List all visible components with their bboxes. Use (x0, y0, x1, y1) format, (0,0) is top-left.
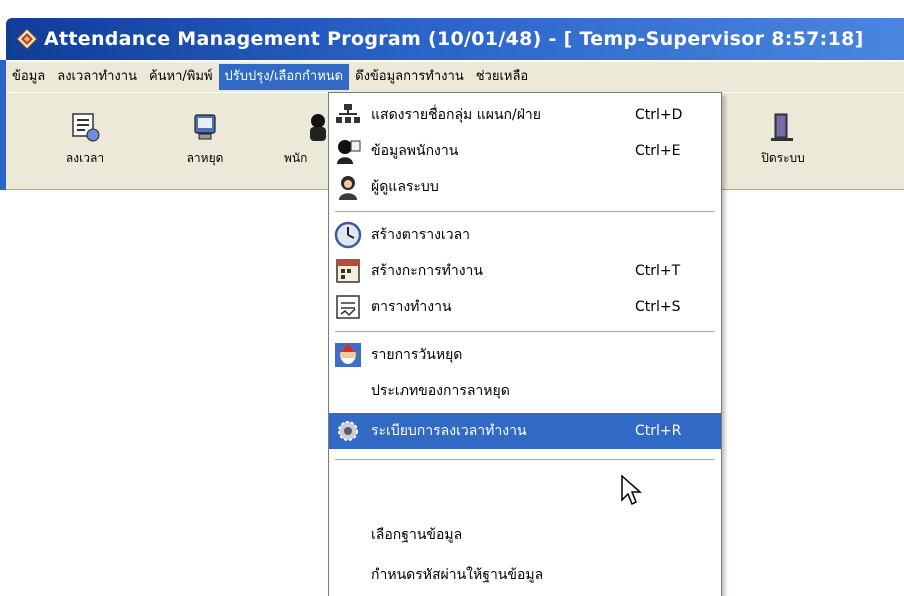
exit-door-icon (767, 111, 799, 143)
clock-in-label: ลงเวลา (65, 151, 105, 165)
menu-item-label: ระเบียบการลงเวลาทำงาน (371, 423, 527, 439)
menu-item-label: เลือกฐานข้อมูล (371, 527, 463, 543)
menu-item-label: ข้อมูลพนักงาน (371, 143, 459, 159)
employee-info-icon (333, 137, 363, 165)
schedule-icon (333, 293, 363, 321)
shift-calendar-icon (333, 257, 363, 285)
menu-item-holiday-list[interactable]: รายการวันหยุด (329, 337, 721, 373)
employee-label: พนัก (284, 151, 308, 165)
menu-item-employee-info[interactable]: ข้อมูลพนักงาน Ctrl+E (329, 133, 721, 169)
menu-separator (335, 211, 715, 213)
title-bar[interactable]: Attendance Management Program (10/01/48)… (6, 18, 904, 60)
exit-label: ปิดระบบ (761, 151, 805, 165)
menu-data[interactable]: ข้อมูล (6, 64, 51, 90)
menu-separator (335, 331, 715, 333)
menu-item-label: รายการวันหยุด (371, 347, 463, 363)
menu-item-administrator[interactable]: ผู้ดูแลระบบ (329, 169, 721, 205)
menu-item-shortcut: Ctrl+T (635, 263, 681, 279)
window-title: Attendance Management Program (10/01/48)… (44, 28, 864, 50)
menu-item-label: สร้างกะการทำงาน (371, 263, 483, 279)
menu-fetch-data[interactable]: ดึงข้อมูลการทำงาน (349, 64, 470, 90)
menu-item-leave-types[interactable]: ประเภทของการลาหยุด (329, 373, 721, 409)
menu-item-label: ผู้ดูแลระบบ (371, 179, 439, 195)
menu-item-department-list[interactable]: แสดงรายชื่อกลุ่ม แผนก/ฝ่าย Ctrl+D (329, 97, 721, 133)
menu-settings[interactable]: ปรับปรุง/เลือกกำหนด (218, 64, 350, 90)
menu-search-print[interactable]: ค้นหา/พิมพ์ (143, 64, 219, 90)
menu-item-select-database[interactable]: เลือกฐานข้อมูล (329, 517, 721, 553)
app-window: Attendance Management Program (10/01/48)… (0, 0, 904, 596)
menu-item-create-shift[interactable]: สร้างกะการทำงาน Ctrl+T (329, 253, 721, 289)
menu-bar: ข้อมูล ลงเวลาทำงาน ค้นหา/พิมพ์ ปรับปรุง/… (6, 62, 904, 92)
clock-in-icon (69, 111, 101, 143)
menu-item-create-timetable[interactable]: สร้างตารางเวลา (329, 217, 721, 253)
employee-button[interactable]: พนัก (266, 103, 332, 179)
settings-dropdown-menu: แสดงรายชื่อกลุ่ม แผนก/ฝ่าย Ctrl+D ข้อมูล… (328, 92, 722, 596)
menu-item-shortcut: Ctrl+R (635, 423, 682, 439)
menu-item-attendance-rules[interactable]: ระเบียบการลงเวลาทำงาน Ctrl+R (329, 413, 721, 449)
leave-button[interactable]: ลาหยุด (160, 103, 250, 179)
menu-item-shortcut: Ctrl+E (635, 143, 681, 159)
org-chart-icon (333, 101, 363, 129)
menu-item-label: กำหนดรหัสผ่านให้ฐานข้อมูล (371, 567, 544, 583)
menu-item-shortcut: Ctrl+S (635, 299, 681, 315)
app-diamond-icon (16, 28, 38, 50)
exit-button[interactable]: ปิดระบบ (738, 103, 828, 179)
leave-icon (189, 111, 221, 143)
menu-item-label: ตารางทำงาน (371, 299, 452, 315)
leave-label: ลาหยุด (186, 151, 224, 165)
menu-item-label: แสดงรายชื่อกลุ่ม แผนก/ฝ่าย (371, 107, 541, 123)
menu-separator (335, 459, 715, 461)
mouse-pointer-icon (620, 474, 644, 510)
menu-item-database-password[interactable]: กำหนดรหัสผ่านให้ฐานข้อมูล (329, 557, 721, 593)
rules-gear-icon (333, 417, 363, 445)
holiday-santa-icon (333, 341, 363, 369)
clock-in-button[interactable]: ลงเวลา (40, 103, 130, 179)
menu-help[interactable]: ช่วยเหลือ (470, 64, 535, 90)
menu-time-entry[interactable]: ลงเวลาทำงาน (51, 64, 143, 90)
admin-user-icon (333, 173, 363, 201)
menu-item-label: ประเภทของการลาหยุด (371, 383, 510, 399)
menu-item-work-schedule[interactable]: ตารางทำงาน Ctrl+S (329, 289, 721, 325)
menu-item-label: สร้างตารางเวลา (371, 227, 471, 243)
menu-item-shortcut: Ctrl+D (635, 107, 683, 123)
clock-icon (333, 221, 363, 249)
